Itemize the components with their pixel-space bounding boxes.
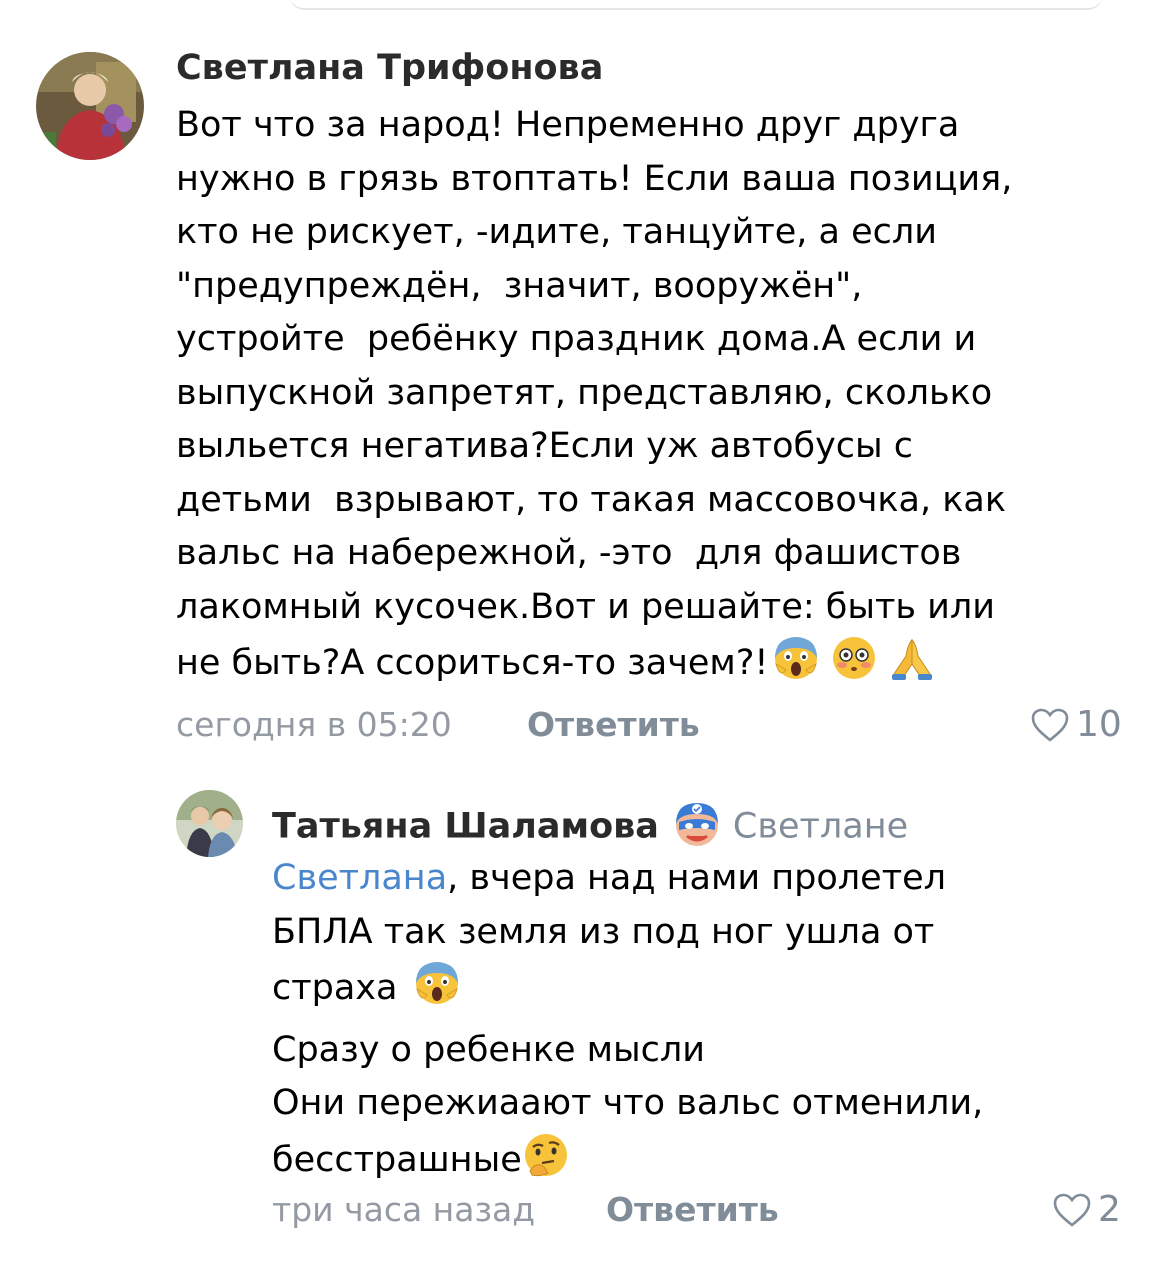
comment-text-line: Они пережиаают что вальс отменили, (272, 1083, 984, 1123)
like-button[interactable]: 10 (1030, 705, 1122, 745)
mention-link[interactable]: Светлана (272, 858, 447, 898)
reply-comment: Татьяна Шаламова Светлане Светлана, вчера… (0, 760, 1170, 1269)
comment-text-line: лакомный кусочек.Вот и решайте: быть или (176, 586, 995, 627)
flushed-face-emoji-icon (830, 634, 878, 699)
comment-author[interactable]: Татьяна Шаламова Светлане (272, 798, 908, 857)
comment-text-line: нужно в грязь втоптать! Если ваша позици… (176, 158, 1013, 199)
author-name[interactable]: Татьяна Шаламова (272, 807, 659, 847)
folded-hands-emoji-icon (888, 634, 936, 699)
comment-text-line: "предупреждён, значит, вооружён", (176, 265, 863, 306)
comment-text-line: бесстрашные (272, 1139, 522, 1180)
face-screaming-emoji-icon (413, 959, 461, 1024)
comment-text-line: не быть?А ссориться-то зачем?! (176, 643, 769, 683)
reply-button[interactable]: Ответить (606, 1190, 779, 1230)
comment: Светлана Трифонова Вот что за народ! Неп… (0, 0, 1170, 760)
comment-text-line: Вот что за народ! Непременно друг друга (176, 105, 960, 145)
comment-text-line: , вчера над нами пролетел (447, 858, 946, 898)
reply-to-label[interactable]: Светлане (733, 807, 908, 847)
comment-text: Светлана, вчера над нами пролетел БПЛА т… (272, 852, 983, 1195)
comment-text-line: выльется негатива?Если уж автобусы с (176, 426, 914, 466)
comment-text-line: кто не рискует, -идите, танцуйте, а если (176, 212, 937, 252)
heart-icon (1053, 1193, 1091, 1227)
comment-text-line: БПЛА так земля из под ног ушла от (272, 911, 935, 952)
comment-timestamp: сегодня в 05:20 (176, 705, 452, 744)
comment-text-line: вальс на набережной, -это для фашистов (176, 533, 962, 573)
like-button[interactable]: 2 (1052, 1190, 1121, 1230)
avatar[interactable] (36, 52, 144, 160)
reply-button[interactable]: Ответить (527, 705, 700, 745)
comment-text-line: устройте ребёнку праздник дома.А если и (176, 319, 977, 359)
comment-text-line: Сразу о ребенке мысли (272, 1029, 706, 1070)
comment-text-line: выпускной запретят, представляю, сколько (176, 372, 993, 413)
comment-text: Вот что за народ! Непременно друг друга … (176, 99, 1012, 699)
heart-icon (1031, 708, 1069, 742)
avatar[interactable] (176, 790, 243, 857)
face-screaming-emoji-icon (772, 634, 820, 699)
comment-text-line: детьми взрывают, то такая массовочка, ка… (176, 479, 1006, 520)
like-count: 2 (1098, 1189, 1121, 1230)
hero-mask-badge-icon (673, 798, 721, 857)
comment-timestamp: три часа назад (272, 1190, 536, 1229)
like-count: 10 (1076, 704, 1122, 745)
comment-text-line: страха (272, 968, 409, 1008)
comment-author[interactable]: Светлана Трифонова (176, 48, 603, 88)
thinking-face-emoji-icon (522, 1131, 570, 1196)
